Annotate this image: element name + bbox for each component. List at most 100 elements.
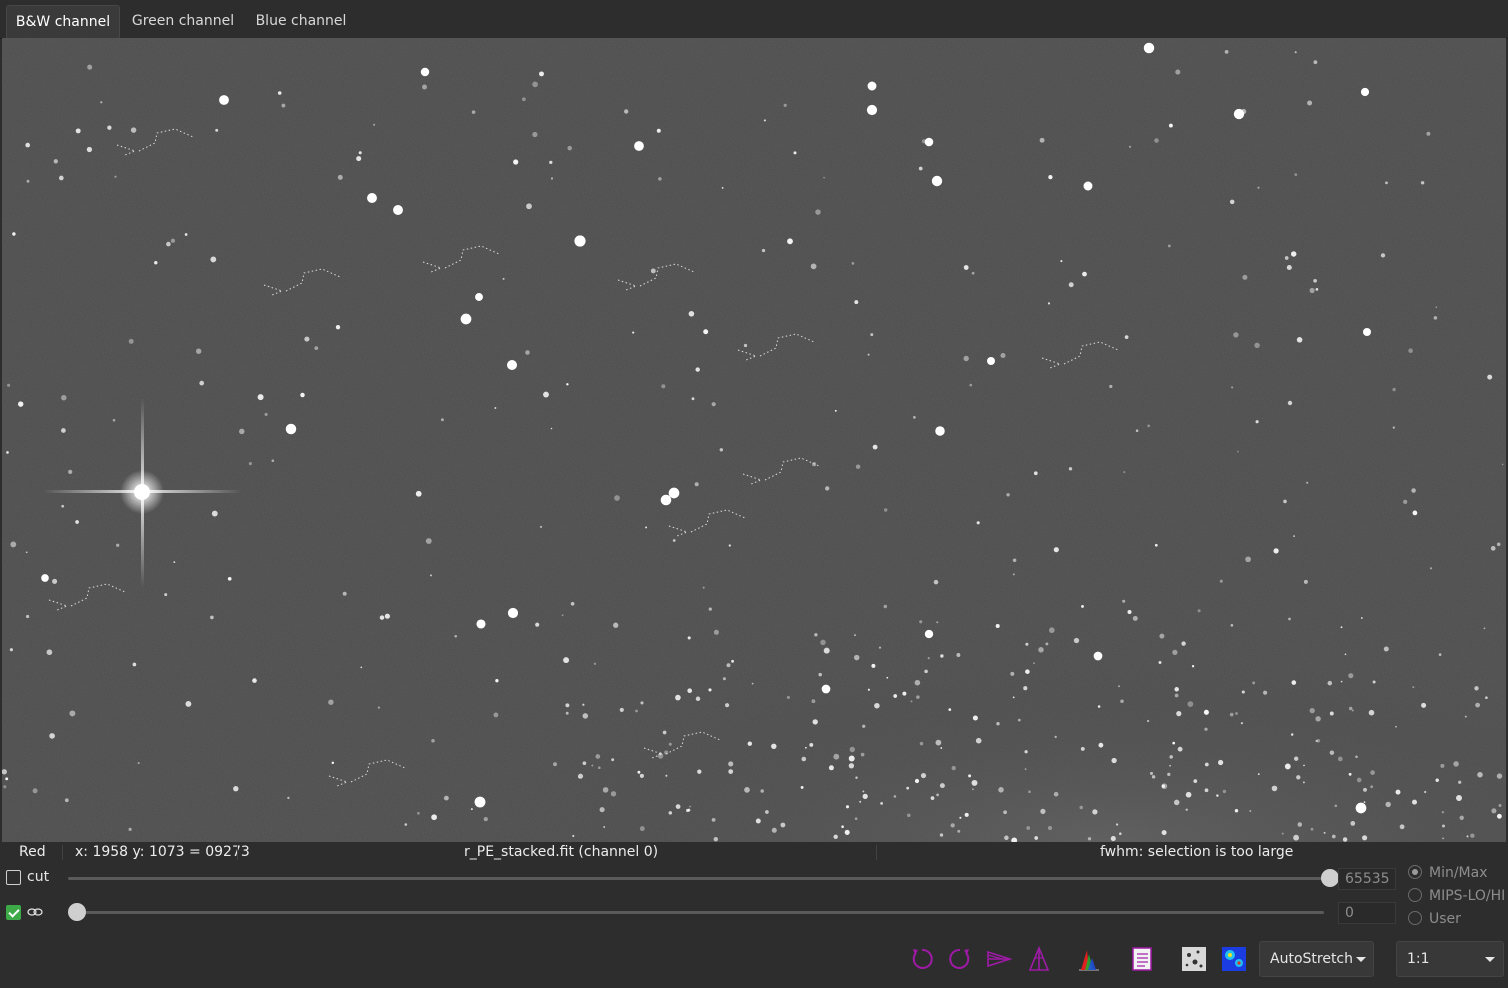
star xyxy=(1383,646,1389,652)
star xyxy=(744,787,750,793)
star xyxy=(927,657,930,660)
star xyxy=(862,724,866,728)
link-checkbox[interactable] xyxy=(6,905,21,920)
star xyxy=(841,825,844,828)
image-viewport[interactable] xyxy=(2,38,1506,842)
star xyxy=(964,812,969,817)
mirror-x-button[interactable] xyxy=(984,944,1014,974)
star xyxy=(805,746,807,749)
star xyxy=(314,346,319,350)
zoom-label: 1:1 xyxy=(1407,951,1430,967)
radio-mips-lo-hi[interactable]: MIPS-LO/HI xyxy=(1406,885,1508,907)
star xyxy=(6,451,9,454)
radio-min-max-dot xyxy=(1408,865,1422,879)
star xyxy=(526,203,532,210)
star xyxy=(1370,785,1374,789)
star xyxy=(719,448,724,452)
star xyxy=(1435,306,1438,309)
star xyxy=(1348,706,1353,711)
mirror-y-button[interactable] xyxy=(1024,944,1054,974)
low-value-field[interactable]: 0 xyxy=(1338,902,1396,924)
star xyxy=(1093,651,1103,661)
stretch-mode-dropdown[interactable]: AutoStretch xyxy=(1259,941,1374,977)
star xyxy=(430,574,432,577)
star xyxy=(107,125,112,130)
high-slider-row: cut 65535 xyxy=(0,864,1400,894)
star xyxy=(440,418,444,422)
star xyxy=(1023,686,1028,691)
star xyxy=(507,607,519,619)
histogram-button[interactable] xyxy=(1074,944,1104,974)
false-color-icon xyxy=(1222,947,1246,971)
star xyxy=(854,300,859,305)
star xyxy=(656,128,661,133)
star xyxy=(535,622,540,627)
rotate-left-button[interactable] xyxy=(907,944,937,974)
star xyxy=(1370,770,1375,775)
zoom-dropdown[interactable]: 1:1 xyxy=(1396,941,1504,977)
star xyxy=(1174,687,1179,692)
star xyxy=(1242,274,1248,280)
star xyxy=(893,795,897,798)
high-slider-handle[interactable] xyxy=(1321,869,1339,887)
star xyxy=(114,175,117,178)
star xyxy=(1281,832,1284,835)
negative-view-button[interactable] xyxy=(1179,944,1209,974)
star xyxy=(377,706,381,709)
star xyxy=(1233,332,1239,338)
star xyxy=(914,679,921,686)
star xyxy=(1175,69,1181,75)
star xyxy=(574,235,586,247)
channel-tab-bar: B&W channel Green channel Blue channel xyxy=(0,0,1508,39)
low-slider-track[interactable] xyxy=(68,911,1324,914)
star xyxy=(1458,780,1462,784)
star xyxy=(460,313,472,325)
star xyxy=(1440,763,1445,768)
high-value-field[interactable]: 65535 xyxy=(1338,868,1396,890)
star xyxy=(565,711,569,715)
star xyxy=(422,84,427,90)
star xyxy=(1168,123,1173,128)
log-button[interactable] xyxy=(1127,944,1157,974)
star xyxy=(522,97,526,102)
star xyxy=(1073,637,1080,644)
star xyxy=(1161,830,1167,836)
star xyxy=(880,801,884,805)
star xyxy=(1403,499,1408,505)
star xyxy=(969,383,973,387)
star xyxy=(1348,673,1354,679)
tab-blue-channel[interactable]: Blue channel xyxy=(248,5,354,37)
star xyxy=(780,822,786,828)
star xyxy=(921,139,927,144)
star xyxy=(1306,481,1309,484)
star xyxy=(1385,181,1388,185)
radio-user[interactable]: User xyxy=(1406,908,1508,930)
star xyxy=(1033,662,1035,665)
star xyxy=(287,796,290,800)
tab-green-channel[interactable]: Green channel xyxy=(126,5,240,37)
star xyxy=(1012,573,1015,576)
star xyxy=(834,409,837,412)
star xyxy=(845,805,850,809)
star xyxy=(595,754,601,759)
star xyxy=(5,777,9,781)
star xyxy=(1026,826,1031,830)
star xyxy=(747,741,752,746)
star xyxy=(1158,661,1162,664)
star xyxy=(75,128,81,134)
star xyxy=(1154,543,1158,547)
radio-min-max[interactable]: Min/Max xyxy=(1406,862,1508,884)
tab-bw-channel[interactable]: B&W channel xyxy=(6,5,120,38)
rotate-right-button[interactable] xyxy=(945,944,975,974)
star xyxy=(760,789,764,793)
star xyxy=(199,380,205,386)
high-slider-track[interactable] xyxy=(68,877,1330,880)
false-color-button[interactable] xyxy=(1219,944,1249,974)
cut-checkbox[interactable] xyxy=(6,870,21,885)
star xyxy=(1230,624,1234,627)
star xyxy=(132,662,137,667)
star xyxy=(1245,556,1251,563)
low-slider-handle[interactable] xyxy=(68,903,86,921)
star xyxy=(128,338,134,344)
star xyxy=(1329,711,1334,716)
